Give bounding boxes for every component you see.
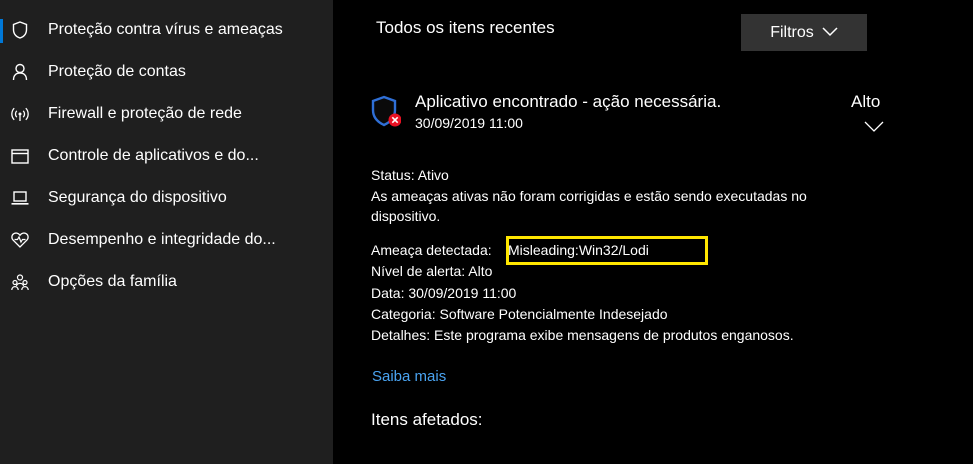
sidebar-item-family-options[interactable]: Opções da família (0, 262, 333, 302)
sidebar-item-label: Controle de aplicativos e do... (48, 147, 259, 164)
detected-value: Misleading:Win32/Lodi (508, 242, 649, 258)
details-line: Detalhes: Este programa exibe mensagens … (371, 327, 794, 343)
sidebar-item-virus-protection[interactable]: Proteção contra vírus e ameaças (0, 10, 333, 50)
status-label: Status: (371, 167, 415, 183)
alert-level-label: Nível de alerta: (371, 263, 466, 279)
sidebar: Proteção contra vírus e ameaças Proteção… (0, 0, 333, 464)
sidebar-item-device-security[interactable]: Segurança do dispositivo (0, 178, 333, 218)
sidebar-item-label: Segurança do dispositivo (48, 189, 227, 206)
main-panel: Todos os itens recentes Filtros Aplicati… (333, 0, 973, 464)
sidebar-item-label: Proteção contra vírus e ameaças (48, 21, 283, 38)
alert-level-line: Nível de alerta: Alto (371, 263, 492, 279)
section-title: Todos os itens recentes (376, 18, 555, 37)
heart-pulse-icon (11, 231, 29, 249)
category-line: Categoria: Software Potencialmente Indes… (371, 306, 668, 322)
family-icon (11, 273, 29, 291)
affected-items-heading: Itens afetados: (371, 410, 483, 429)
details-value: Este programa exibe mensagens de produto… (434, 327, 794, 343)
description-line-2: dispositivo. (371, 208, 441, 224)
sidebar-item-label: Firewall e proteção de rede (48, 105, 242, 122)
sidebar-item-label: Opções da família (48, 273, 177, 290)
filters-button[interactable]: Filtros (741, 14, 867, 51)
filters-label: Filtros (770, 23, 814, 41)
alert-level-value: Alto (468, 263, 493, 279)
sidebar-item-device-performance[interactable]: Desempenho e integridade do... (0, 220, 333, 260)
category-value: Software Potencialmente Indesejado (439, 306, 668, 322)
app-window-icon (11, 147, 29, 165)
sidebar-item-firewall[interactable]: Firewall e proteção de rede (0, 94, 333, 134)
status-line: Status: Ativo (371, 167, 449, 183)
severity-label: Alto (851, 92, 881, 111)
detected-label: Ameaça detectada: (371, 242, 492, 258)
sidebar-item-label: Desempenho e integridade do... (48, 231, 276, 248)
description-line-1: As ameaças ativas não foram corrigidas e… (371, 188, 807, 204)
threat-title[interactable]: Aplicativo encontrado - ação necessária. (415, 92, 721, 112)
person-icon (11, 63, 29, 81)
expand-chevron-icon[interactable] (864, 119, 884, 137)
date-value: 30/09/2019 11:00 (408, 285, 517, 301)
sidebar-item-account-protection[interactable]: Proteção de contas (0, 52, 333, 92)
sidebar-item-app-browser-control[interactable]: Controle de aplicativos e do... (0, 136, 333, 176)
date-line: Data: 30/09/2019 11:00 (371, 285, 516, 301)
sidebar-item-label: Proteção de contas (48, 63, 186, 80)
date-label: Data: (371, 285, 405, 301)
wireless-icon (11, 105, 29, 123)
shield-icon (11, 21, 29, 39)
category-label: Categoria: (371, 306, 436, 322)
threat-timestamp: 30/09/2019 11:00 (415, 115, 523, 131)
details-label: Detalhes: (371, 327, 431, 343)
learn-more-link[interactable]: Saiba mais (372, 368, 446, 385)
status-value: Ativo (417, 167, 449, 183)
threat-shield-icon (371, 95, 402, 129)
chevron-down-icon (822, 24, 838, 42)
laptop-icon (11, 189, 29, 207)
